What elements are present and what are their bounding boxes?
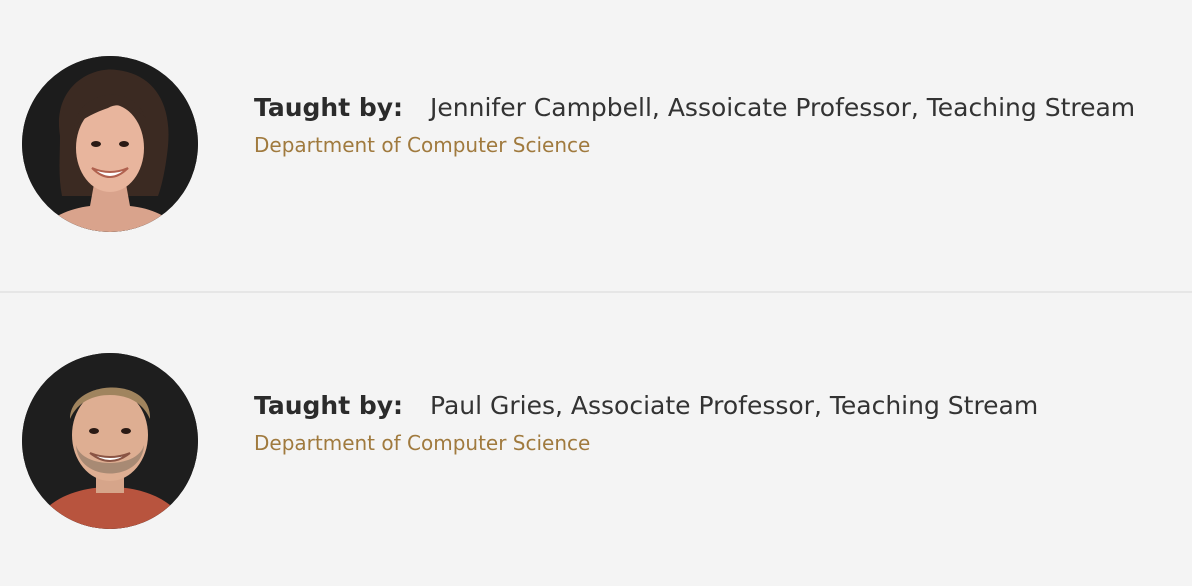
instructor-card: Taught by: Paul Gries, Associate Professo…: [0, 293, 1192, 585]
instructor-name[interactable]: Jennifer Campbell, Assoicate Professor, …: [430, 93, 1135, 122]
instructor-info: Taught by: Paul Gries, Associate Professo…: [254, 386, 1038, 458]
taught-by-line: Taught by: Paul Gries, Associate Professo…: [254, 386, 1038, 426]
taught-by-line: Taught by: Jennifer Campbell, Assoicate P…: [254, 88, 1135, 128]
instructor-list: Taught by: Jennifer Campbell, Assoicate P…: [0, 0, 1192, 586]
instructor-info: Taught by: Jennifer Campbell, Assoicate P…: [254, 88, 1135, 160]
instructor-avatar[interactable]: [22, 353, 198, 529]
taught-by-label: Taught by:: [254, 93, 404, 122]
instructor-avatar[interactable]: [22, 56, 198, 232]
instructor-name[interactable]: Paul Gries, Associate Professor, Teachin…: [430, 391, 1038, 420]
instructor-card: Taught by: Jennifer Campbell, Assoicate P…: [0, 0, 1192, 292]
avatar-photo-icon: [22, 56, 198, 232]
avatar-photo-icon: [22, 353, 198, 529]
taught-by-label: Taught by:: [254, 391, 404, 420]
department-link[interactable]: Department of Computer Science: [254, 428, 590, 458]
department-link[interactable]: Department of Computer Science: [254, 130, 590, 160]
